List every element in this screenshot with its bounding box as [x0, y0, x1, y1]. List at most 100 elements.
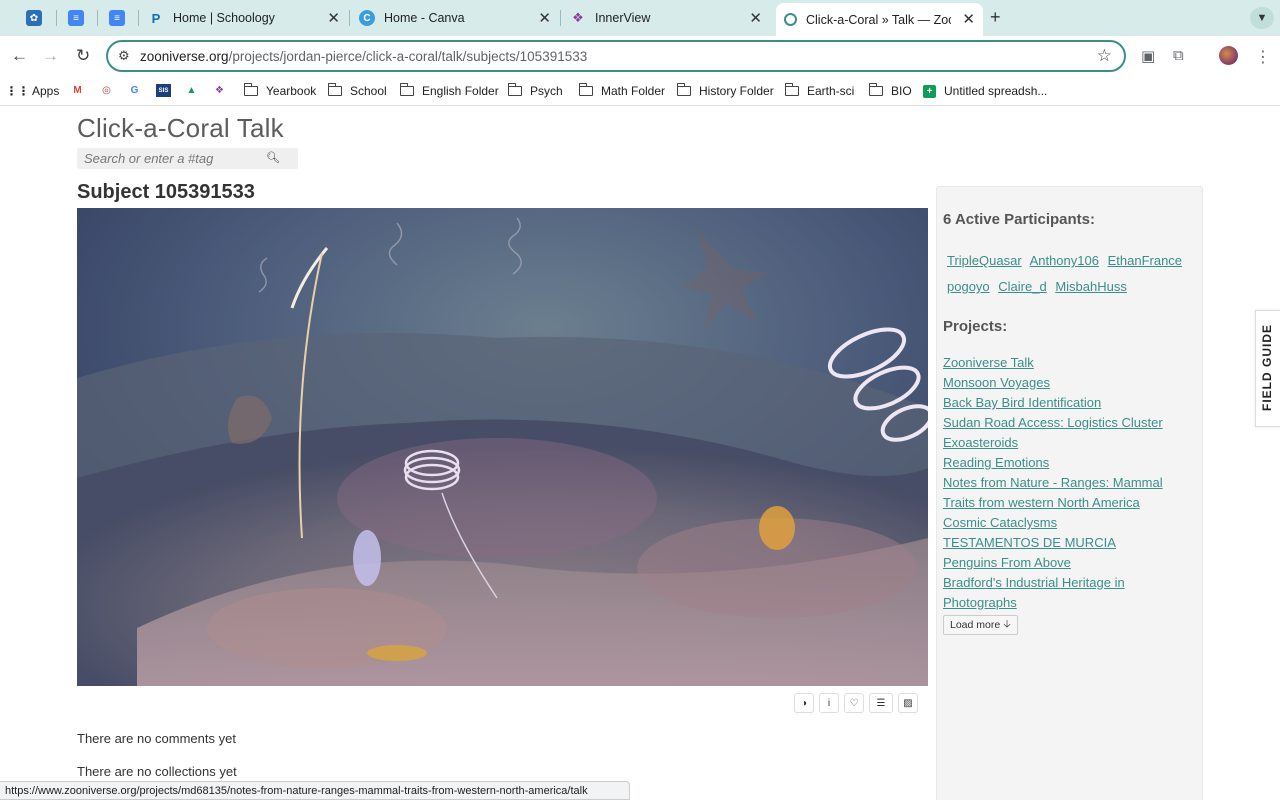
bookmark-label: English Folder [422, 84, 499, 98]
tab-click-a-coral[interactable]: Click-a-Coral » Talk — Zooniv ✕ [776, 3, 983, 36]
tab-innerview[interactable]: ❖ InnerView ✕ [570, 4, 770, 32]
project-link[interactable]: Exoasteroids [943, 433, 1193, 453]
tab-title: Home | Schoology [173, 11, 275, 25]
bookmarks-bar: ⋮⋮ Apps M ◎ G SIS ▲ ❖ Yearbook School En… [0, 76, 1280, 106]
tab-docs-1[interactable]: ≡ [68, 4, 84, 32]
kebab-menu-icon[interactable]: ⋮ [1255, 47, 1271, 67]
bookmark-site[interactable]: ◎ [100, 84, 121, 97]
back-arrow-icon[interactable]: ← [11, 46, 28, 66]
arrow-down-icon: 🡣 [1003, 618, 1011, 630]
sheets-icon: + [923, 84, 936, 98]
gmail-icon: M [73, 85, 82, 96]
field-guide-label: FIELD GUIDE [1260, 323, 1274, 411]
participant-link[interactable]: MisbahHuss [1055, 279, 1127, 294]
avatar[interactable] [1219, 46, 1238, 65]
tab-separator [138, 10, 139, 26]
participant-link[interactable]: Claire_d [998, 279, 1046, 294]
bookmark-folder-earth-sci[interactable]: Earth-sci [784, 83, 855, 98]
project-link[interactable]: Back Bay Bird Identification [943, 393, 1193, 413]
bookmark-folder-history[interactable]: History Folder [676, 83, 774, 98]
canva-icon: C [359, 10, 375, 26]
project-link[interactable]: Bradford's Industrial Heritage in [943, 573, 1193, 593]
tab-title: Home - Canva [384, 11, 465, 25]
project-link[interactable]: Penguins From Above [943, 553, 1193, 573]
bookmark-drive[interactable]: ▲ [185, 84, 206, 97]
forward-arrow-icon[interactable]: → [42, 46, 59, 66]
projects-heading: Projects: [943, 318, 1008, 335]
invert-icon[interactable]: ◑ [794, 693, 814, 713]
reading-mode-icon[interactable]: ▣ [1141, 47, 1155, 65]
bookmark-gmail[interactable]: M [71, 84, 92, 97]
bookmark-folder-bio[interactable]: BIO [868, 83, 912, 98]
bookmark-folder-math[interactable]: Math Folder [578, 83, 665, 98]
bookmark-folder-english[interactable]: English Folder [399, 83, 499, 98]
project-link[interactable]: Notes from Nature - Ranges: Mammal [943, 473, 1193, 493]
bookmark-google[interactable]: G [128, 84, 149, 97]
heart-icon[interactable]: ♡ [844, 693, 864, 713]
close-icon[interactable]: ✕ [538, 9, 551, 27]
close-icon[interactable]: ✕ [327, 9, 340, 27]
chevron-down-icon[interactable]: ▼ [1250, 7, 1274, 29]
project-link[interactable]: Sudan Road Access: Logistics Cluster [943, 413, 1193, 433]
coral-seafloor-photo [77, 208, 928, 686]
project-link[interactable]: Reading Emotions [943, 453, 1193, 473]
tab-canva[interactable]: C Home - Canva ✕ [359, 4, 559, 32]
tab-title: InnerView [595, 11, 651, 25]
search-icon[interactable]: 🔍︎ [266, 151, 280, 164]
innerview-icon: ❖ [572, 10, 584, 25]
search-input[interactable]: Search or enter a #tag [84, 151, 213, 166]
address-url[interactable]: zooniverse.org/projects/jordan-pierce/cl… [140, 49, 587, 64]
project-link[interactable]: Monsoon Voyages [943, 373, 1193, 393]
address-bar[interactable]: ⚙ zooniverse.org/projects/jordan-pierce/… [106, 40, 1126, 72]
project-link[interactable]: Traits from western North America [943, 493, 1193, 513]
bookmark-folder-yearbook[interactable]: Yearbook [243, 83, 316, 98]
talk-title[interactable]: Click-a-Coral Talk [77, 113, 284, 144]
participant-link[interactable]: TripleQuasar [947, 253, 1022, 268]
bookmark-label: Untitled spreadsh... [944, 84, 1048, 98]
project-link[interactable]: Photographs [943, 593, 1193, 613]
bookmark-folder-school[interactable]: School [327, 83, 387, 98]
project-link[interactable]: Zooniverse Talk [943, 353, 1193, 373]
bookmark-sis[interactable]: SIS [156, 84, 179, 97]
reload-icon[interactable]: ↻ [76, 46, 90, 66]
bookmark-label: BIO [891, 84, 912, 98]
bookmark-label: Apps [32, 84, 60, 98]
tab-separator [349, 10, 350, 26]
tab-docs-2[interactable]: ≡ [109, 4, 125, 32]
new-tab-icon[interactable]: + [990, 7, 1001, 28]
apps-icon: ⋮⋮ [5, 84, 30, 98]
image-icon[interactable]: ▨ [898, 693, 918, 713]
folder-icon [676, 83, 691, 96]
site-settings-icon[interactable]: ⚙ [118, 48, 130, 64]
subject-image[interactable] [77, 208, 928, 686]
tab-pinned-1[interactable]: ✿ [26, 4, 42, 32]
participant-link[interactable]: pogoyo [947, 279, 990, 294]
url-domain: zooniverse.org [140, 49, 229, 64]
mushroom-app-icon: ✿ [26, 10, 42, 26]
project-link[interactable]: Cosmic Cataclysms [943, 513, 1193, 533]
close-icon[interactable]: ✕ [962, 10, 975, 28]
participant-link[interactable]: EthanFrance [1108, 253, 1182, 268]
close-icon[interactable]: ✕ [749, 9, 762, 27]
folder-icon [868, 83, 883, 96]
folder-icon [578, 83, 593, 96]
bookmark-site-2[interactable]: ❖ [213, 84, 234, 97]
list-icon[interactable]: ☰ [869, 693, 893, 713]
bookmark-star-icon[interactable]: ☆ [1097, 46, 1112, 66]
url-path: /projects/jordan-pierce/click-a-coral/ta… [228, 49, 588, 64]
load-more-button[interactable]: Load more 🡣 [943, 615, 1018, 635]
field-guide-tab[interactable]: FIELD GUIDE [1255, 310, 1280, 427]
participant-link[interactable]: Anthony106 [1030, 253, 1099, 268]
site-icon: ◎ [102, 85, 111, 96]
project-link[interactable]: TESTAMENTOS DE MURCIA [943, 533, 1193, 553]
docs-icon: ≡ [68, 10, 84, 26]
tab-schoology[interactable]: P Home | Schoology ✕ [148, 4, 348, 32]
extensions-icon[interactable]: ⧉ [1173, 47, 1184, 64]
folder-icon [784, 83, 799, 96]
bookmark-folder-psych[interactable]: Psych [507, 83, 563, 98]
subject-title: Subject 105391533 [77, 181, 255, 203]
bookmark-spreadsheet[interactable]: + Untitled spreadsh... [923, 84, 1047, 98]
info-icon[interactable]: i [819, 693, 839, 713]
bookmark-apps[interactable]: ⋮⋮ Apps [5, 84, 60, 98]
bookmark-label: Earth-sci [807, 84, 855, 98]
